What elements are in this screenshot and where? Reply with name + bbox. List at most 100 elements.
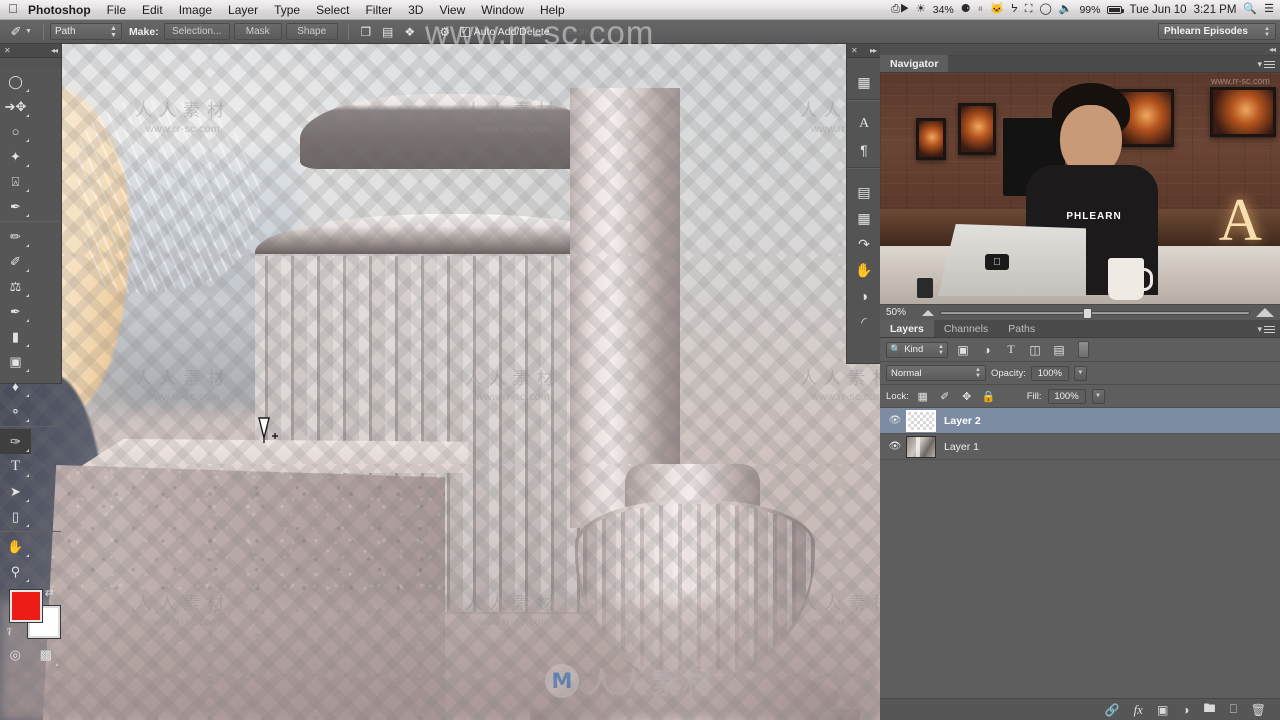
pen-tool[interactable]: ✑ [0,429,31,454]
gradient-tool[interactable]: ▣ [0,349,31,374]
hand-tool[interactable]: ✋ [0,534,31,559]
filter-enable-toggle[interactable] [1078,341,1089,358]
volume-icon[interactable]: 🔈 [1059,4,1073,15]
menu-help[interactable]: Help [532,0,573,20]
zoom-slider-knob[interactable] [1082,307,1092,319]
dodge-tool[interactable]: ⚬ [0,399,31,424]
filter-pixel-icon[interactable]: ▣ [954,341,972,359]
menu-view[interactable]: View [431,0,473,20]
type-tool[interactable]: T [0,454,31,479]
wifi-icon[interactable]: ◯ [1039,4,1051,15]
quick-mask-icon[interactable]: ◎ [1,643,29,668]
menu-image[interactable]: Image [171,0,220,20]
tab-paths[interactable]: Paths [998,320,1045,337]
screen-mode-icon[interactable]: ▩ [32,643,60,668]
histogram-icon[interactable]: ▦ [847,69,881,95]
tool-presets-icon[interactable]: ◜ [847,309,881,335]
path-mode-select[interactable]: Path ▲ ▼ [49,23,122,40]
path-operations-icon[interactable]: ❐ [355,22,377,41]
lock-position-icon[interactable]: ✥ [959,388,975,404]
layer-thumbnail[interactable] [906,435,936,458]
new-group-icon[interactable]: 🖿 [1204,699,1216,720]
collapse-panel-icon[interactable]: ◂◂ [1269,45,1276,54]
airplay-icon[interactable]: ⛶ [1025,4,1033,15]
layer-visibility-eye-icon[interactable]: 👁 [884,441,906,452]
clock-icon[interactable]: ☀ [916,4,926,15]
new-adjustment-layer-icon[interactable]: ◑ [1182,703,1189,717]
layers-panel-menu-icon[interactable]: ▾ [1257,324,1275,335]
move-tool[interactable]: ➔✥ [0,94,31,119]
close-icon[interactable]: ✕ [851,46,858,55]
navigator-zoom-level[interactable]: 50% [886,307,916,318]
auto-add-delete-checkbox[interactable]: ✓ Auto Add/Delete [459,26,550,38]
zoom-out-icon[interactable] [922,309,934,316]
default-colors-icon[interactable]: ⍒ [6,627,13,640]
tab-channels[interactable]: Channels [934,320,998,337]
screen-record-icon[interactable]: ⎙▶ [891,4,909,15]
layer-thumbnail[interactable] [906,409,936,432]
zoom-tool[interactable]: ⚲ [0,559,31,584]
evernote-icon[interactable]: 🐱 [990,4,1004,15]
filter-shape-icon[interactable]: ◫ [1026,341,1044,359]
bluetooth-icon[interactable]: ᔭ [1011,4,1018,15]
spot-healing-brush-tool[interactable]: ✏ [0,224,31,249]
dock-grip[interactable] [847,172,880,179]
align-edges-label[interactable]: Align Edges [566,26,619,37]
elliptical-marquee-tool[interactable]: ◯ [0,69,31,94]
dropbox-icon[interactable]: ⚈ [961,4,971,15]
new-layer-icon[interactable]: ⎕ [1230,702,1237,717]
filter-adjustment-icon[interactable]: ◑ [978,341,996,359]
paragraph-panel-icon[interactable]: ¶ [847,137,881,163]
workspace-select[interactable]: Phlearn Episodes ▲ ▼ [1158,23,1276,40]
menu-edit[interactable]: Edit [134,0,171,20]
path-selection-tool[interactable]: ➤ [0,479,31,504]
blend-mode-select[interactable]: Normal ▲ ▼ [886,365,986,381]
brush-presets-icon[interactable]: ✋ [847,257,881,283]
menu-photoshop[interactable]: Photoshop [26,0,99,20]
filter-smart-object-icon[interactable]: ▤ [1050,341,1068,359]
navigator-zoom-slider[interactable] [940,307,1250,319]
menu-select[interactable]: Select [308,0,357,20]
opacity-value[interactable]: 100% [1030,365,1069,381]
path-arrangement-icon[interactable]: ❖ [399,22,421,41]
table-row[interactable]: 👁 Layer 2 [880,408,1280,434]
history-brush-tool[interactable]: ✒ [0,299,31,324]
brush-tool[interactable]: ✐ [0,249,31,274]
foreground-color-swatch[interactable] [10,590,42,622]
make-mask-button[interactable]: Mask [233,23,282,40]
path-alignment-icon[interactable]: ▤ [377,22,399,41]
tab-navigator[interactable]: Navigator [880,55,949,72]
layer-filter-kind-select[interactable]: 🔍 Kind ▲ ▼ [886,341,948,358]
rectangle-tool[interactable]: ▯ [0,504,31,529]
menu-type[interactable]: Type [266,0,308,20]
crop-tool[interactable]: ⍓ [0,169,31,194]
zoom-in-icon[interactable] [1256,308,1274,317]
filter-type-icon[interactable]: T [1002,341,1020,359]
apple-logo-icon[interactable]:  [0,2,26,17]
expand-panel-icon[interactable]: ▸▸ [870,46,877,55]
opacity-chevron-down-icon[interactable]: ▼ [1073,365,1087,381]
layer-visibility-eye-icon[interactable]: 👁 [884,415,906,426]
table-row[interactable]: 👁 Layer 1 [880,434,1280,460]
gear-icon[interactable]: ⚙ [434,22,456,41]
delete-layer-icon[interactable]: 🗑 [1251,703,1266,717]
document-canvas[interactable]: 人人素材 www.rr-sc.com 人人素材 www.rr-sc.com 人人… [0,44,880,720]
properties-panel-icon[interactable]: ▤ [847,179,881,205]
character-panel-icon[interactable]: A [847,111,881,137]
make-selection-button[interactable]: Selection... [163,23,230,40]
menu-window[interactable]: Window [473,0,532,20]
adjustments-panel-icon[interactable]: ◑ [847,283,881,309]
swatches-panel-icon[interactable]: ▦ [847,205,881,231]
make-shape-button[interactable]: Shape [285,23,338,40]
eyedropper-tool[interactable]: ✒ [0,194,31,219]
lock-all-icon[interactable]: 🔒 [981,388,997,404]
lasso-tool[interactable]: ○ [0,119,31,144]
notification-center-icon[interactable]: ☰ [1264,4,1274,15]
lock-transparent-pixels-icon[interactable]: ▦ [915,388,931,404]
swap-colors-icon[interactable]: ⇄ [45,586,54,599]
menu-3d[interactable]: 3D [400,0,431,20]
link-layers-icon[interactable]: 🔗 [1105,703,1120,717]
tool-preset-chevron-down-icon[interactable]: ▼ [25,28,32,35]
tab-layers[interactable]: Layers [880,320,934,337]
collapse-panel-icon[interactable]: ◂◂ [51,46,58,55]
